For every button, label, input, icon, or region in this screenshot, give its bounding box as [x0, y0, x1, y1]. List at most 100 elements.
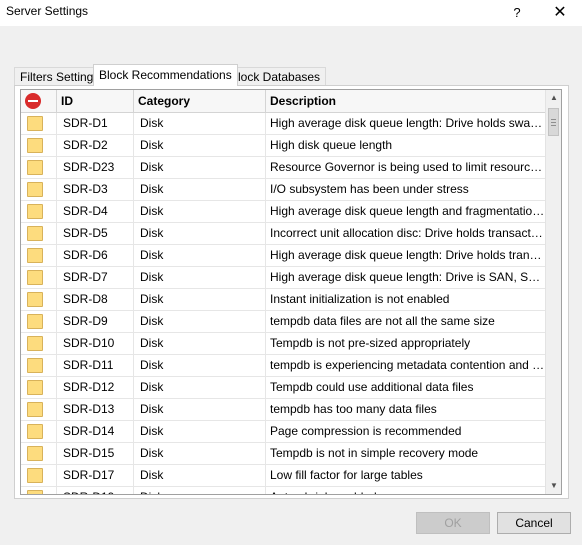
- row-icon-cell[interactable]: [21, 135, 57, 156]
- row-icon-cell[interactable]: [21, 267, 57, 288]
- table-row[interactable]: SDR-D15 Disk Tempdb is not in simple recov…: [21, 443, 545, 465]
- cell-id: SDR-D2: [57, 135, 134, 156]
- row-icon-cell[interactable]: [21, 157, 57, 178]
- table-row[interactable]: SDR-D5 Disk Incorrect unit allocation disc…: [21, 223, 545, 245]
- table-row[interactable]: SDR-D19DiskAuto-shrink enabled: [21, 487, 545, 494]
- row-icon-cell[interactable]: [21, 201, 57, 222]
- cell-category: Disk: [134, 289, 266, 310]
- cell-description: Resource Governor is being used to limit…: [270, 160, 545, 174]
- cell-category: Disk: [134, 179, 266, 200]
- table-row[interactable]: SDR-D6 Disk High average disk queue length…: [21, 245, 545, 267]
- cell-id: SDR-D3: [57, 179, 134, 200]
- scroll-down-arrow-icon[interactable]: ▼: [546, 478, 561, 494]
- cell-description: Auto-shrink enabled: [266, 487, 545, 494]
- window-title: Server Settings: [6, 4, 89, 18]
- vertical-scrollbar[interactable]: ▲ ▼: [545, 90, 561, 494]
- cell-category: Disk: [134, 113, 266, 134]
- table-row[interactable]: SDR-D14 Disk Page compression is recommend…: [21, 421, 545, 443]
- row-icon-cell[interactable]: [21, 355, 57, 376]
- row-icon-cell[interactable]: [21, 421, 57, 442]
- close-button[interactable]: ✕: [545, 0, 575, 26]
- cell-description: Tempdb is not in simple recovery mode: [270, 446, 479, 460]
- cell-description: High disk queue length: [270, 138, 393, 152]
- cell-id: SDR-D8: [57, 289, 134, 310]
- folder-icon: [27, 402, 43, 417]
- cell-description: High average disk queue length and fragm…: [270, 204, 545, 218]
- table-row[interactable]: SDR-D2 Disk High disk queue length: [21, 135, 545, 157]
- column-header-category[interactable]: Category: [134, 90, 266, 112]
- cell-id: SDR-D13: [57, 399, 134, 420]
- cell-id: SDR-D9: [57, 311, 134, 332]
- scroll-thumb[interactable]: [548, 108, 559, 136]
- ok-button[interactable]: OK: [416, 512, 490, 534]
- column-header-description[interactable]: Description: [266, 90, 545, 112]
- table-row[interactable]: SDR-D7 Disk High average disk queue length…: [21, 267, 545, 289]
- cell-category: Disk: [134, 333, 266, 354]
- cell-id: SDR-D11: [57, 355, 134, 376]
- folder-icon: [27, 380, 43, 395]
- row-icon-cell[interactable]: [21, 465, 57, 486]
- row-icon-cell[interactable]: [21, 289, 57, 310]
- row-icon-cell[interactable]: [21, 179, 57, 200]
- folder-icon: [27, 314, 43, 329]
- recommendations-grid: ID Category Description SDR-D1 Disk High a…: [20, 89, 562, 495]
- row-icon-cell[interactable]: [21, 399, 57, 420]
- cell-id: SDR-D19: [57, 487, 134, 494]
- folder-icon: [27, 292, 43, 307]
- cell-description: Low fill factor for large tables: [270, 468, 423, 482]
- row-icon-cell[interactable]: [21, 443, 57, 464]
- cell-category: Disk: [134, 465, 266, 486]
- cell-category: Disk: [134, 355, 266, 376]
- help-button[interactable]: ?: [505, 0, 529, 26]
- cell-description: Page compression is recommended: [270, 424, 462, 438]
- cell-category: Disk: [134, 157, 266, 178]
- cancel-button[interactable]: Cancel: [497, 512, 571, 534]
- table-row[interactable]: SDR-D13 Disk tempdb has too many data file…: [21, 399, 545, 421]
- cell-category: Disk: [134, 201, 266, 222]
- table-row[interactable]: SDR-D12 Disk Tempdb could use additional d…: [21, 377, 545, 399]
- row-icon-cell[interactable]: [21, 487, 57, 494]
- cell-id: SDR-D5: [57, 223, 134, 244]
- folder-icon: [27, 248, 43, 263]
- cell-description: High average disk queue length: Drive ho…: [270, 248, 545, 262]
- folder-icon: [27, 116, 43, 131]
- cell-category: Disk: [134, 443, 266, 464]
- row-icon-cell[interactable]: [21, 223, 57, 244]
- cell-id: SDR-D1: [57, 113, 134, 134]
- table-row[interactable]: SDR-D17 Disk Low fill factor for large tab…: [21, 465, 545, 487]
- cell-id: SDR-D17: [57, 465, 134, 486]
- folder-icon: [27, 138, 43, 153]
- row-icon-cell[interactable]: [21, 113, 57, 134]
- cell-description: High average disk queue length: Drive ho…: [270, 116, 545, 130]
- table-row[interactable]: SDR-D3 Disk I/O subsystem has been under s…: [21, 179, 545, 201]
- table-row[interactable]: SDR-D8 Disk Instant initialization is not …: [21, 289, 545, 311]
- folder-icon: [27, 424, 43, 439]
- scroll-up-arrow-icon[interactable]: ▲: [546, 90, 561, 106]
- cell-category: Disk: [134, 245, 266, 266]
- table-row[interactable]: SDR-D23 Disk Resource Governor is being us…: [21, 157, 545, 179]
- tab-filters-settings[interactable]: Filters Settings: [14, 67, 106, 85]
- row-icon-cell[interactable]: [21, 333, 57, 354]
- cell-description: tempdb data files are not all the same s…: [270, 314, 495, 328]
- table-row[interactable]: SDR-D4 Disk High average disk queue length…: [21, 201, 545, 223]
- cell-description: I/O subsystem has been under stress: [270, 182, 469, 196]
- row-icon-cell[interactable]: [21, 245, 57, 266]
- folder-icon: [27, 358, 43, 373]
- cell-id: SDR-D4: [57, 201, 134, 222]
- header-icon-cell[interactable]: [21, 90, 57, 112]
- folder-icon: [27, 270, 43, 285]
- folder-icon: [27, 446, 43, 461]
- table-row[interactable]: SDR-D11 Disk tempdb is experiencing metada…: [21, 355, 545, 377]
- row-icon-cell[interactable]: [21, 377, 57, 398]
- table-row[interactable]: SDR-D1 Disk High average disk queue length…: [21, 113, 545, 135]
- row-icon-cell[interactable]: [21, 311, 57, 332]
- cell-category: Disk: [134, 135, 266, 156]
- tab-block-databases[interactable]: Block Databases: [224, 67, 327, 85]
- grid-header: ID Category Description: [21, 90, 545, 113]
- tab-block-recommendations[interactable]: Block Recommendations: [93, 64, 238, 86]
- column-header-id[interactable]: ID: [57, 90, 134, 112]
- folder-icon: [27, 490, 43, 494]
- table-row[interactable]: SDR-D9 Disk tempdb data files are not all …: [21, 311, 545, 333]
- folder-icon: [27, 468, 43, 483]
- table-row[interactable]: SDR-D10 Disk Tempdb is not pre-sized appro…: [21, 333, 545, 355]
